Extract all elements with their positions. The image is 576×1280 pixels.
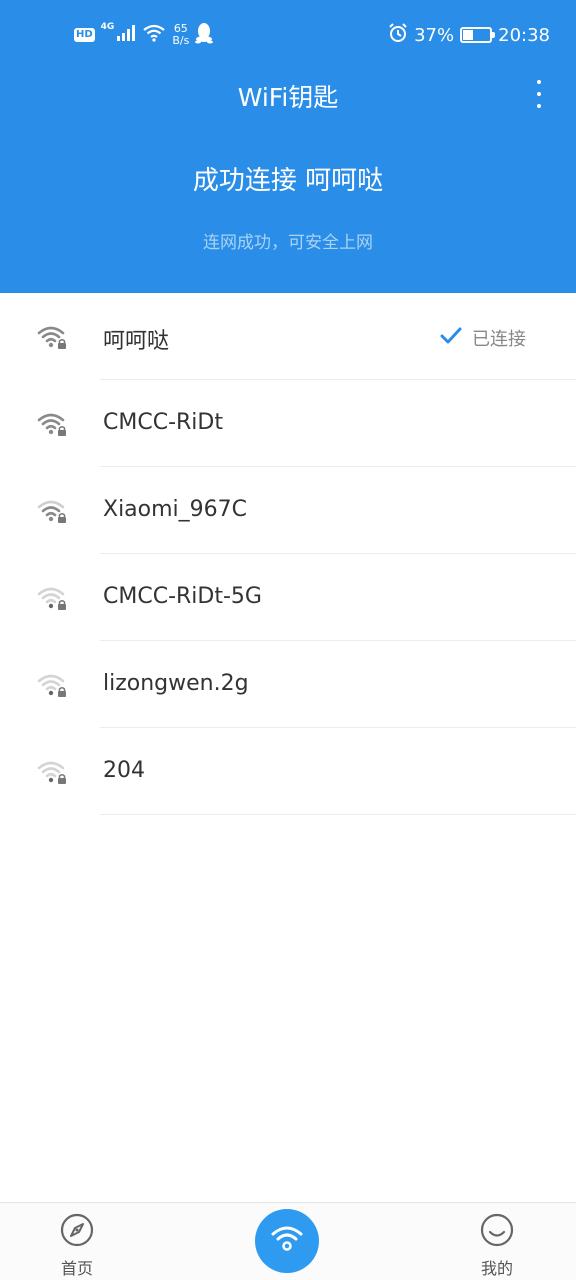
- hd-badge: HD: [74, 28, 95, 42]
- battery-icon: [460, 27, 496, 43]
- wifi-weak-locked-icon: [36, 758, 70, 786]
- nav-home-label: 首页: [60, 1259, 93, 1278]
- smiley-icon: [480, 1213, 514, 1251]
- wifi-name: CMCC-RiDt: [103, 410, 223, 435]
- wifi-list-item[interactable]: CMCC-RiDt: [0, 380, 576, 467]
- wifi-name: 呵呵哒: [103, 329, 170, 354]
- wifi-status-icon: [142, 24, 166, 46]
- wifi-connect-button[interactable]: [255, 1209, 319, 1273]
- wifi-medium-locked-icon: [36, 497, 70, 525]
- wifi-list-item[interactable]: 呵呵哒 已连接: [0, 293, 576, 380]
- wifi-name: 204: [103, 758, 145, 783]
- wifi-strong-locked-icon: [36, 410, 70, 438]
- network-type: 4G: [100, 22, 115, 32]
- connection-status-title: 成功连接 呵呵哒: [192, 166, 384, 196]
- wifi-weak-locked-icon: [36, 671, 70, 699]
- compass-icon: [60, 1213, 94, 1251]
- status-bar-left: HD 4G 65 B/s: [74, 20, 214, 50]
- connected-status: 已连接: [440, 325, 526, 351]
- app-title: WiFi钥匙: [237, 83, 339, 112]
- status-bar: HD 4G 65 B/s 37% 20:38: [0, 0, 576, 70]
- nav-mine-button[interactable]: 我的: [467, 1213, 527, 1279]
- wifi-weak-locked-icon: [36, 584, 70, 612]
- bottom-nav: 首页 我的: [0, 1202, 576, 1280]
- nav-home-button[interactable]: 首页: [47, 1213, 107, 1279]
- connection-status-subtitle: 连网成功，可安全上网: [203, 233, 373, 253]
- wifi-name: Xiaomi_967C: [103, 497, 248, 522]
- wifi-list-item[interactable]: 204: [0, 728, 576, 815]
- title-bar: WiFi钥匙: [0, 70, 576, 120]
- wifi-list-item[interactable]: CMCC-RiDt-5G: [0, 554, 576, 641]
- wifi-list: 呵呵哒 已连接 CMCC-RiDt Xiaomi_967C CMCC-RiDt-…: [0, 293, 576, 815]
- battery-percent: 37%: [414, 24, 455, 46]
- wifi-list-item[interactable]: lizongwen.2g: [0, 641, 576, 728]
- battery-level-fill: [463, 30, 474, 40]
- wifi-icon: [270, 1225, 304, 1257]
- network-speed: 65 B/s: [172, 23, 189, 47]
- alarm-icon: [388, 22, 408, 48]
- divider: [100, 814, 576, 815]
- wifi-list-item[interactable]: Xiaomi_967C: [0, 467, 576, 554]
- header: HD 4G 65 B/s 37% 20:38 WiFi钥匙 成功连接 呵呵哒 连…: [0, 0, 576, 293]
- status-bar-right: 37% 20:38: [388, 20, 550, 50]
- wifi-strong-locked-icon: [36, 323, 70, 351]
- more-menu-icon[interactable]: [532, 78, 546, 110]
- speed-unit: B/s: [172, 34, 190, 47]
- wifi-name: CMCC-RiDt-5G: [103, 584, 262, 609]
- nav-mine-label: 我的: [480, 1259, 513, 1278]
- checkmark-icon: [440, 327, 462, 350]
- wifi-name: lizongwen.2g: [103, 671, 249, 696]
- qq-icon: [195, 22, 214, 48]
- clock: 20:38: [498, 24, 550, 46]
- signal-icon: [116, 25, 136, 45]
- connected-label: 已连接: [472, 329, 526, 350]
